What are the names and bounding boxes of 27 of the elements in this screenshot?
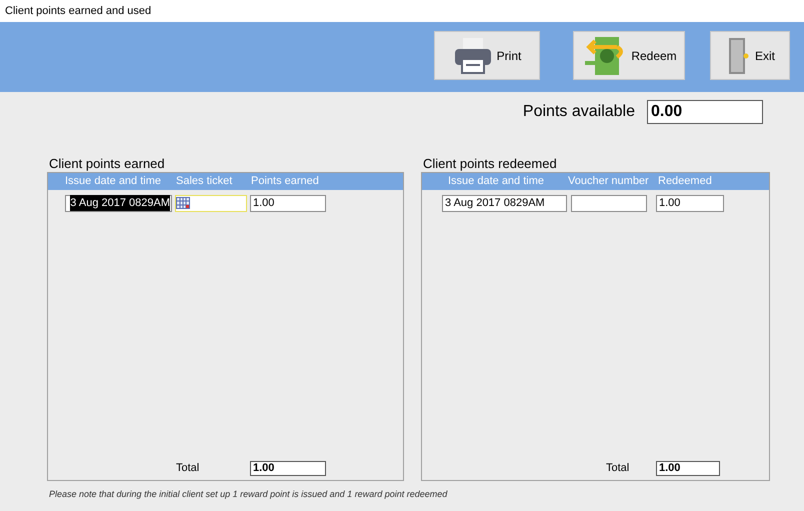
panel-title: Client points earned xyxy=(48,155,166,172)
total-field[interactable]: 1.00 xyxy=(656,460,720,476)
print-button[interactable]: Print xyxy=(434,31,540,80)
column-header: Issue date and time xyxy=(64,174,162,190)
points-available-field[interactable]: 0.00 xyxy=(647,100,763,124)
column-header: Sales ticket xyxy=(176,174,234,190)
date-field[interactable]: 3 Aug 2017 0829AM xyxy=(442,194,567,212)
exit-button[interactable]: Exit xyxy=(710,31,790,80)
total-label: Total xyxy=(176,460,200,476)
points-earned-field[interactable]: 1.00 xyxy=(250,194,326,212)
column-header: Issue date and time xyxy=(447,174,546,190)
date-text: 3 Aug 2017 0829AM xyxy=(444,196,546,211)
column-header: Redeemed xyxy=(658,174,713,190)
sales-ticket-field[interactable] xyxy=(175,194,247,212)
points-available-label: Points available xyxy=(522,102,635,122)
column-header: Voucher number xyxy=(568,174,650,190)
footnote: Please note that during the initial client set up 1 reward point is issued and 1 reward point redeemed xyxy=(48,488,448,501)
column-header: Points earned xyxy=(251,174,320,190)
window-title: Client points earned and used xyxy=(5,4,152,19)
voucher-number-field[interactable] xyxy=(571,194,647,212)
redeemed-field[interactable]: 1.00 xyxy=(656,194,724,212)
redeem-button[interactable]: Redeem xyxy=(573,31,685,80)
panel-title: Client points redeemed xyxy=(422,155,558,172)
total-label: Total xyxy=(606,460,630,476)
total-field[interactable]: 1.00 xyxy=(250,460,326,476)
calendar-icon[interactable] xyxy=(176,197,190,209)
printer-icon xyxy=(452,36,493,74)
